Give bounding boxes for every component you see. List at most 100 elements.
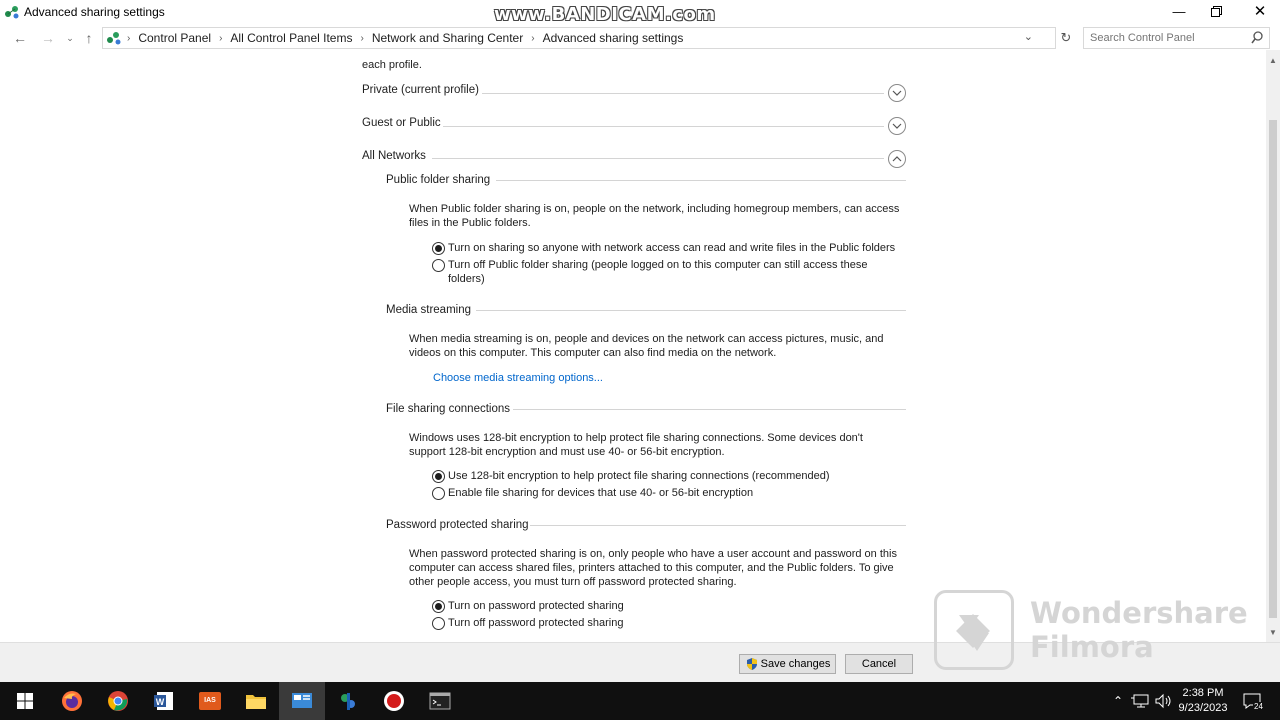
breadcrumb-separator: › [219,32,223,44]
divider [530,525,906,526]
scroll-up-icon[interactable]: ▲ [1269,56,1277,65]
public-folder-off-label[interactable]: Turn off Public folder sharing (people l… [448,258,888,286]
restore-icon [1210,5,1222,17]
breadcrumb-network-sharing-center[interactable]: Network and Sharing Center [372,31,523,45]
search-icon [1251,31,1263,44]
taskbar-word[interactable]: W [141,682,187,720]
breadcrumb-separator: › [360,32,364,44]
taskbar-clock[interactable]: 2:38 PM 9/23/2023 [1172,686,1234,716]
encryption-40-56-label[interactable]: Enable file sharing for devices that use… [448,486,908,500]
divider [432,158,884,159]
taskbar: W IAS ⌃ 2:38 PM 9/23/2023 24 [0,682,1280,720]
breadcrumb-control-panel[interactable]: Control Panel [138,31,211,45]
expand-guest-button[interactable] [888,117,906,135]
password-off-radio[interactable] [432,617,445,630]
divider [443,126,884,127]
forward-button[interactable]: → [38,28,58,48]
divider [476,310,906,311]
profile-guest-label[interactable]: Guest or Public [362,117,441,129]
encryption-128-radio[interactable] [432,470,445,483]
folder-icon [246,695,266,709]
cancel-button[interactable]: Cancel [845,654,913,674]
taskbar-file-explorer[interactable] [233,682,279,720]
taskbar-firefox[interactable] [49,682,95,720]
search-input[interactable] [1084,28,1244,48]
password-sharing-heading: Password protected sharing [386,519,529,531]
public-folder-on-label[interactable]: Turn on sharing so anyone with network a… [448,241,908,255]
refresh-button[interactable]: ↻ [1057,28,1075,48]
taskbar-ias-app[interactable]: IAS [187,682,233,720]
breadcrumb-advanced-sharing[interactable]: Advanced sharing settings [543,31,684,45]
shield-icon [746,658,757,670]
bandicam-watermark: www.BANDICAM.com [494,4,716,25]
taskbar-chrome[interactable] [95,682,141,720]
back-arrow-icon: ← [13,30,27,46]
address-dropdown-icon[interactable]: ⌄ [1024,30,1033,43]
divider [482,93,884,94]
breadcrumb-all-items[interactable]: All Control Panel Items [230,31,352,45]
password-off-label[interactable]: Turn off password protected sharing [448,616,908,630]
search-box[interactable] [1083,27,1270,49]
public-folder-heading: Public folder sharing [386,174,491,186]
windows-start-icon [17,693,33,709]
close-icon: ✕ [1253,3,1267,20]
taskbar-recorder[interactable] [371,682,417,720]
media-streaming-description: When media streaming is on, people and d… [409,333,884,359]
save-changes-button[interactable]: Save changes [739,654,836,674]
public-folder-off-radio[interactable] [432,259,445,272]
show-hidden-icons-chevron-icon[interactable]: ⌃ [1108,694,1128,708]
scrollbar-thumb[interactable] [1269,120,1277,618]
breadcrumb-separator: › [531,32,535,44]
record-icon [384,691,404,711]
encryption-128-label[interactable]: Use 128-bit encryption to help protect f… [448,469,908,483]
profile-private-label[interactable]: Private (current profile) [362,84,479,96]
back-button[interactable]: ← [10,28,30,48]
scroll-down-icon[interactable]: ▼ [1269,628,1277,637]
clock-time: 2:38 PM [1182,687,1224,699]
media-streaming-options-link[interactable]: Choose media streaming options... [433,372,603,384]
vertical-scrollbar[interactable]: ▲ ▼ [1266,50,1280,642]
system-tray: ⌃ [1108,682,1174,720]
address-bar[interactable]: › Control Panel › All Control Panel Item… [102,27,1056,49]
save-changes-label: Save changes [760,658,831,670]
refresh-icon: ↻ [1060,30,1072,45]
chevron-down-icon [892,90,902,96]
settings-content: each profile. Private (current profile) … [0,50,1265,642]
public-folder-on-radio[interactable] [432,242,445,255]
recent-locations-button[interactable]: ⌄ [60,28,80,48]
password-sharing-description: When password protected sharing is on, o… [409,548,897,588]
control-panel-icon [107,32,121,45]
up-button[interactable]: ↑ [79,28,99,48]
taskbar-terminal[interactable] [417,682,463,720]
chrome-icon [108,691,128,711]
file-sharing-description: Windows uses 128-bit encryption to help … [409,432,863,458]
public-folder-description: When Public folder sharing is on, people… [409,203,900,229]
encryption-40-56-radio[interactable] [432,487,445,500]
clock-date: 9/23/2023 [1178,702,1228,714]
profile-all-networks-label[interactable]: All Networks [362,150,426,162]
restore-button[interactable] [1193,0,1239,22]
notification-count-badge: 24 [1253,702,1264,711]
intro-text: each profile. [362,59,422,71]
network-status-icon[interactable] [1130,693,1150,709]
svg-text:W: W [156,697,165,707]
taskbar-control-panel[interactable] [279,682,325,720]
taskbar-network-app[interactable] [325,682,371,720]
collapse-all-networks-button[interactable] [888,150,906,168]
filmora-logo-icon [934,590,1014,670]
forward-arrow-icon: → [41,30,55,46]
terminal-icon [429,692,451,710]
password-on-radio[interactable] [432,600,445,613]
minimize-icon: — [1172,3,1186,19]
password-on-label[interactable]: Turn on password protected sharing [448,599,908,613]
divider [513,409,906,410]
action-center-button[interactable]: 24 [1242,682,1266,720]
control-panel-app-icon [292,693,312,708]
cancel-label: Cancel [861,658,897,670]
expand-private-button[interactable] [888,84,906,102]
breadcrumb-separator: › [127,32,131,44]
chevron-down-icon [892,123,902,129]
close-button[interactable]: ✕ [1237,0,1280,22]
volume-icon[interactable] [1154,693,1174,709]
start-button[interactable] [2,682,48,720]
